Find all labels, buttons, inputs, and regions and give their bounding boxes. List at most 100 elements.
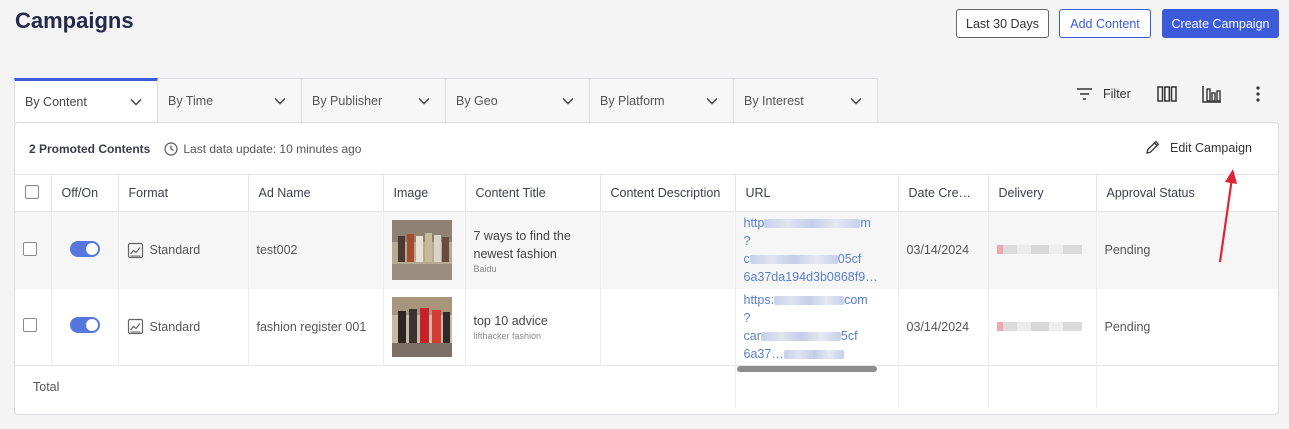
filter-button[interactable]: Filter: [1076, 86, 1131, 102]
total-row: Total: [15, 365, 1278, 408]
column-header[interactable]: Delivery: [988, 174, 1097, 212]
chevron-down-icon: [706, 97, 718, 105]
column-header[interactable]: Content Title: [465, 174, 601, 212]
row-checkbox[interactable]: [23, 318, 37, 333]
ad-thumbnail[interactable]: [391, 220, 452, 281]
last-update: Last data update: 10 minutes ago: [164, 142, 361, 156]
select-all-cell: [15, 174, 52, 212]
chevron-down-icon: [850, 97, 862, 105]
clock-icon: [164, 141, 178, 156]
horizontal-scrollbar[interactable]: [737, 366, 877, 372]
column-header[interactable]: Date Creat…: [898, 174, 989, 212]
date-range-button[interactable]: Last 30 Days: [956, 9, 1049, 38]
tab-by-content[interactable]: By Content: [14, 78, 158, 123]
column-header[interactable]: URL: [735, 174, 899, 212]
add-content-button[interactable]: Add Content: [1059, 9, 1151, 38]
tab-by-geo[interactable]: By Geo: [446, 78, 590, 123]
date-created-cell: 03/14/2024: [898, 211, 989, 289]
format-cell: Standard: [118, 211, 249, 289]
url-text: 05cf: [837, 252, 862, 267]
toggle-cell: [51, 288, 119, 366]
format-cell: Standard: [118, 288, 249, 366]
tab-by-interest[interactable]: By Interest: [734, 78, 878, 123]
redacted-delivery: [996, 321, 1082, 331]
annotation-arrow-icon: [1218, 169, 1237, 263]
last-update-text: Last data update: 10 minutes ago: [183, 141, 362, 156]
on-off-toggle[interactable]: [69, 240, 100, 257]
redacted-url: [760, 331, 841, 341]
url-text: ?: [743, 310, 751, 325]
url-text: com: [844, 292, 868, 307]
url-text: https:: [743, 292, 775, 307]
chevron-down-icon: [274, 97, 286, 105]
redacted-delivery: [996, 245, 1082, 255]
tab-label: By Publisher: [312, 93, 383, 108]
tab-by-publisher[interactable]: By Publisher: [302, 78, 446, 123]
total-cell: [1096, 365, 1278, 408]
url-text: http: [743, 216, 765, 231]
on-off-toggle[interactable]: [69, 317, 100, 334]
content-title-cell: 7 ways to find the newest fashion Baidu: [465, 211, 601, 289]
content-source: lifthacker fashion: [473, 331, 542, 342]
bar-chart-icon[interactable]: [1202, 85, 1222, 103]
chevron-down-icon: [418, 97, 430, 105]
content-title-cell: top 10 advice lifthacker fashion: [465, 288, 601, 366]
image-chart-icon: [127, 242, 143, 258]
select-all-checkbox[interactable]: [25, 184, 39, 199]
report-summary: 2 Promoted Contents Last data update: 10…: [15, 123, 1278, 174]
column-header[interactable]: Content Description: [600, 174, 736, 212]
content-title: top 10 advice: [473, 314, 548, 329]
ad-name-cell: test002: [248, 211, 384, 289]
vertical-dots-icon[interactable]: [1248, 85, 1268, 103]
image-cell: [383, 288, 466, 366]
ad-thumbnail[interactable]: [391, 296, 452, 357]
page-title: Campaigns: [15, 8, 134, 33]
total-label: Total: [15, 365, 736, 408]
url-cell[interactable]: http m ? c 05cf 6a37da194d3b0868f9…: [735, 211, 899, 289]
url-text: ?: [743, 234, 751, 249]
filter-label: Filter: [1103, 87, 1131, 101]
column-header[interactable]: Approval Status: [1096, 174, 1278, 212]
url-text: 5cf: [840, 328, 858, 343]
content-description-cell: [600, 211, 736, 289]
tab-label: By Platform: [600, 93, 665, 108]
column-header[interactable]: Image: [383, 174, 466, 212]
url-text: car: [743, 328, 761, 343]
chevron-down-icon: [562, 97, 574, 105]
column-header[interactable]: Off/On: [51, 174, 119, 212]
column-header[interactable]: Format: [118, 174, 249, 212]
tab-label: By Geo: [456, 93, 498, 108]
toggle-cell: [51, 211, 119, 289]
table-header: Off/On Format Ad Name Image Content Titl…: [15, 174, 1278, 212]
create-campaign-button[interactable]: Create Campaign: [1162, 9, 1279, 38]
report-card: 2 Promoted Contents Last data update: 10…: [14, 122, 1279, 415]
columns-icon[interactable]: [1157, 85, 1177, 103]
delivery-cell: [988, 288, 1097, 366]
tab-label: By Interest: [744, 93, 804, 108]
column-header[interactable]: Ad Name: [248, 174, 384, 212]
format-label: Standard: [149, 243, 201, 258]
tab-label: By Time: [168, 93, 214, 108]
url-text: c: [743, 252, 750, 267]
approval-status-cell: Pending: [1104, 319, 1151, 334]
tab-by-time[interactable]: By Time: [158, 78, 302, 123]
redacted-url: [783, 349, 844, 359]
tab-by-platform[interactable]: By Platform: [590, 78, 734, 123]
row-select-cell: [15, 288, 52, 366]
row-select-cell: [15, 211, 52, 289]
date-created-cell: 03/14/2024: [898, 288, 989, 366]
total-cell: [988, 365, 1097, 408]
row-checkbox[interactable]: [23, 241, 37, 256]
delivery-cell: [988, 211, 1097, 289]
content-title: 7 ways to find the newest fashion: [473, 228, 571, 261]
url-cell[interactable]: https: com ? car 5cf 6a37…: [735, 288, 899, 366]
chevron-down-icon: [130, 98, 142, 106]
promoted-count: 2 Promoted Contents: [29, 141, 151, 156]
edit-campaign-button[interactable]: Edit Campaign: [1144, 139, 1252, 156]
content-description-cell: [600, 288, 736, 366]
url-text: 6a37…: [743, 346, 784, 361]
redacted-url: [774, 295, 845, 305]
approval-status-cell: Pending: [1096, 211, 1278, 289]
pencil-icon: [1146, 140, 1160, 154]
table-row: Standard fashion register 001 top 10 adv…: [15, 288, 1278, 366]
